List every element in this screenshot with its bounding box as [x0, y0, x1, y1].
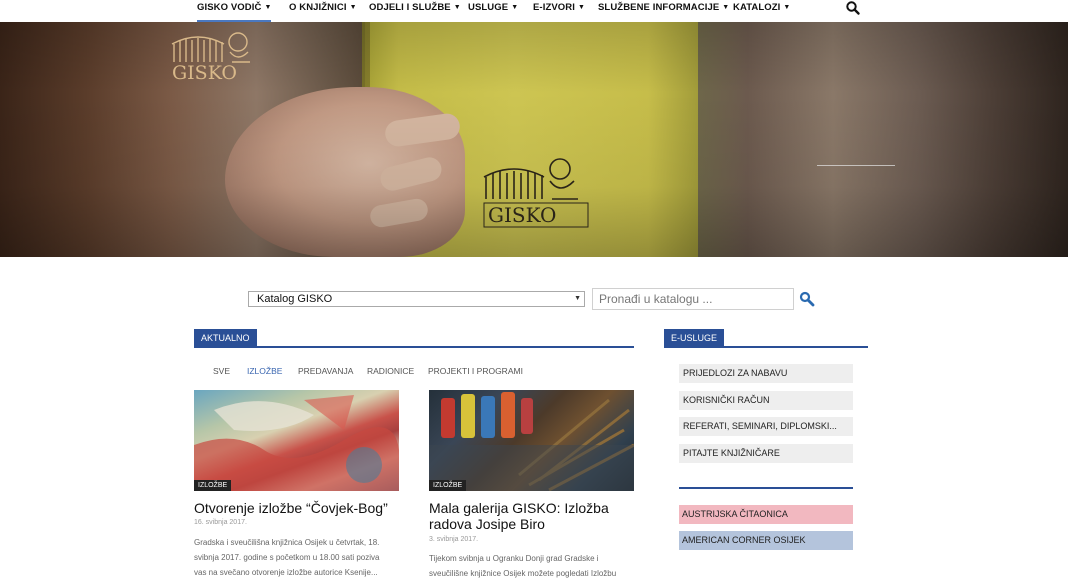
article-artwork-image — [194, 395, 399, 491]
article-date: 3. svibnja 2017. — [429, 536, 479, 543]
sidebar-item-prijedlozi[interactable]: PRIJEDLOZI ZA NABAVU — [679, 364, 853, 383]
article-thumbnail[interactable] — [429, 390, 634, 491]
excerpt-line: vas na svečano otvorenje izložbe autoric… — [194, 568, 378, 577]
sidebar-item-korisnicki-racun[interactable]: KORISNIČKI RAČUN — [679, 391, 853, 410]
article-thumbnail[interactable] — [194, 390, 399, 491]
nav-item-odjeli-i-sluzbe[interactable]: ODJELI I SLUŽBE ▼ — [369, 0, 461, 22]
nav-item-label: GISKO VODIČ — [197, 2, 262, 13]
filter-radionice[interactable]: RADIONICE — [367, 366, 414, 376]
aktualno-header: AKTUALNO — [194, 329, 634, 348]
nav-item-e-izvori[interactable]: E-IZVORI ▼ — [533, 0, 585, 22]
nav-item-label: USLUGE — [468, 2, 509, 13]
nav-item-label: SLUŽBENE INFORMACIJE — [598, 2, 720, 13]
excerpt-line: Gradska i sveučilišna knjižnica Osijek u… — [194, 538, 380, 547]
nav-item-label: O KNJIŽNICI — [289, 2, 347, 13]
article-title[interactable]: Mala galerija GISKO: Izložba radova Josi… — [429, 500, 634, 532]
article-tag[interactable]: IZLOŽBE — [429, 480, 467, 491]
nav-item-katalozi[interactable]: KATALOZI ▼ — [733, 0, 790, 22]
nav-item-o-knjiznici[interactable]: O KNJIŽNICI ▼ — [289, 0, 357, 22]
e-usluge-header: E-USLUGE — [664, 329, 868, 348]
nav-item-usluge[interactable]: USLUGE ▼ — [468, 0, 518, 22]
american-corner-link[interactable]: AMERICAN CORNER OSIJEK — [679, 531, 853, 550]
main-nav: GISKO VODIČ ▼ O KNJIŽNICI ▼ ODJELI I SLUŽB… — [0, 0, 1068, 22]
nav-item-gisko-vodic[interactable]: GISKO VODIČ ▼ — [197, 0, 272, 22]
article-excerpt: Tijekom svibnja u Ogranku Donji grad Gra… — [429, 551, 639, 581]
chevron-down-icon: ▼ — [264, 4, 272, 11]
nav-item-sluzbene-informacije[interactable]: SLUŽBENE INFORMACIJE ▼ — [598, 0, 729, 22]
search-icon[interactable] — [799, 291, 815, 307]
sidebar-item-pitajte-knjiznicare[interactable]: PITAJTE KNJIŽNIČARE — [679, 444, 853, 463]
filter-sve[interactable]: SVE — [213, 366, 230, 376]
gisko-logo[interactable]: GISKO — [170, 22, 270, 82]
chevron-down-icon: ▼ — [574, 295, 581, 302]
nav-item-label: E-IZVORI — [533, 2, 575, 13]
hero-banner: GISKO GISKO — [0, 22, 1068, 257]
article-title[interactable]: Otvorenje izložbe “Čovjek-Bog” — [194, 500, 388, 516]
sidebar-item-referati[interactable]: REFERATI, SEMINARI, DIPLOMSKI... — [679, 417, 853, 436]
e-usluge-title: E-USLUGE — [664, 329, 725, 348]
filter-projekti-i-programi[interactable]: PROJEKTI I PROGRAMI — [428, 366, 523, 376]
book-logo-text: GISKO — [488, 203, 556, 227]
chevron-down-icon: ▼ — [722, 4, 730, 11]
article-title-line: Mala galerija GISKO: Izložba — [429, 500, 609, 516]
nav-item-label: KATALOZI — [733, 2, 781, 13]
article-date: 16. svibnja 2017. — [194, 519, 247, 526]
logo-text: GISKO — [172, 62, 237, 82]
article-tag[interactable]: IZLOŽBE — [194, 480, 232, 491]
article-paintbrushes-image — [429, 392, 634, 491]
catalog-search-placeholder: Pronađi u katalogu ... — [599, 292, 713, 306]
excerpt-line: sveučilišne knjižnice Osijek možete pogl… — [429, 569, 617, 578]
hero-decoration-line — [817, 165, 895, 166]
chevron-down-icon: ▼ — [453, 4, 461, 11]
catalog-select[interactable]: Katalog GISKO ▼ — [248, 291, 585, 307]
book-gisko-logo: GISKO — [483, 158, 589, 228]
search-icon[interactable] — [845, 0, 861, 16]
chevron-down-icon: ▼ — [783, 4, 791, 11]
chevron-down-icon: ▼ — [349, 4, 357, 11]
catalog-search-input[interactable]: Pronađi u katalogu ... — [592, 288, 794, 310]
excerpt-line: Tijekom svibnja u Ogranku Donji grad Gra… — [429, 554, 599, 563]
catalog-select-value: Katalog GISKO — [257, 293, 333, 305]
article-excerpt: Gradska i sveučilišna knjižnica Osijek u… — [194, 535, 404, 580]
nav-item-label: ODJELI I SLUŽBE — [369, 2, 451, 13]
austrijska-citaonica-link[interactable]: AUSTRIJSKA ČITAONICA — [679, 505, 853, 524]
chevron-down-icon: ▼ — [511, 4, 519, 11]
article-title-line: radova Josipe Biro — [429, 516, 545, 532]
filter-predavanja[interactable]: PREDAVANJA — [298, 366, 353, 376]
aktualno-title: AKTUALNO — [194, 329, 257, 348]
excerpt-line: svibnja 2017. godine s početkom u 18.00 … — [194, 553, 380, 562]
filter-izlozbe[interactable]: IZLOŽBE — [247, 366, 282, 376]
sidebar-divider — [679, 487, 853, 489]
chevron-down-icon: ▼ — [577, 4, 585, 11]
